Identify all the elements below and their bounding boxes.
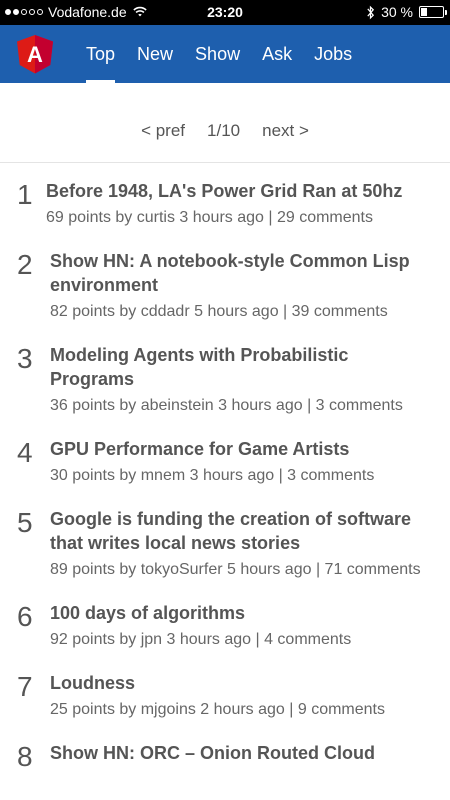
story-title-link[interactable]: 100 days of algorithms: [50, 601, 436, 625]
story-rank: 3: [17, 343, 33, 374]
story-item: 4 GPU Performance for Game Artists 30 po…: [0, 417, 450, 487]
story-item: 1 Before 1948, LA's Power Grid Ran at 50…: [0, 163, 450, 229]
status-bar: Vodafone.de 23:20 30 %: [0, 0, 450, 25]
story-meta[interactable]: 69 points by curtis 3 hours ago | 29 com…: [46, 207, 436, 229]
battery-level: [421, 8, 427, 16]
story-rank: 7: [17, 671, 33, 702]
battery-icon: [419, 6, 447, 18]
battery-percent: 30 %: [381, 4, 413, 20]
pager: < pref 1/10 next >: [0, 83, 450, 163]
story-rank: 5: [17, 507, 33, 538]
story-item: 8 Show HN: ORC – Onion Routed Cloud: [0, 721, 450, 772]
nav-tabs: Top New Show Ask Jobs: [86, 25, 374, 83]
tab-new[interactable]: New: [137, 25, 173, 83]
story-meta[interactable]: 89 points by tokyoSurfer 5 hours ago | 7…: [50, 559, 436, 581]
tab-jobs[interactable]: Jobs: [314, 25, 352, 83]
story-item: 5 Google is funding the creation of soft…: [0, 487, 450, 581]
story-rank: 8: [17, 741, 33, 772]
story-list: 1 Before 1948, LA's Power Grid Ran at 50…: [0, 163, 450, 772]
story-title-link[interactable]: Before 1948, LA's Power Grid Ran at 50hz: [46, 179, 436, 203]
tab-show[interactable]: Show: [195, 25, 240, 83]
story-item: 3 Modeling Agents with Probabilistic Pro…: [0, 323, 450, 417]
story-item: 6 100 days of algorithms 92 points by jp…: [0, 581, 450, 651]
story-title-link[interactable]: GPU Performance for Game Artists: [50, 437, 436, 461]
story-title-link[interactable]: Loudness: [50, 671, 436, 695]
page-indicator: 1/10: [207, 121, 241, 140]
story-rank: 4: [17, 437, 33, 468]
bluetooth-icon: [367, 5, 375, 19]
story-item: 2 Show HN: A notebook-style Common Lisp …: [0, 229, 450, 323]
status-right: 30 %: [366, 4, 447, 20]
story-meta[interactable]: 92 points by jpn 3 hours ago | 4 comment…: [50, 629, 436, 651]
story-meta[interactable]: 82 points by cddadr 5 hours ago | 39 com…: [50, 301, 436, 323]
story-meta[interactable]: 30 points by mnem 3 hours ago | 3 commen…: [50, 465, 436, 487]
story-title-link[interactable]: Modeling Agents with Probabilistic Progr…: [50, 343, 436, 391]
story-rank: 2: [17, 249, 33, 280]
story-meta[interactable]: 25 points by mjgoins 2 hours ago | 9 com…: [50, 699, 436, 721]
prev-page-link[interactable]: < pref: [141, 121, 185, 141]
story-meta[interactable]: 36 points by abeinstein 3 hours ago | 3 …: [50, 395, 436, 417]
top-nav: A Top New Show Ask Jobs: [0, 25, 450, 83]
pager-controls: < pref 1/10 next >: [0, 121, 450, 141]
next-page-link[interactable]: next >: [262, 121, 309, 141]
angular-logo-icon[interactable]: A: [16, 34, 54, 74]
story-rank: 6: [17, 601, 33, 632]
story-item: 7 Loudness 25 points by mjgoins 2 hours …: [0, 651, 450, 721]
story-title-link[interactable]: Google is funding the creation of softwa…: [50, 507, 436, 555]
story-rank: 1: [17, 179, 33, 210]
story-title-link[interactable]: Show HN: A notebook-style Common Lisp en…: [50, 249, 436, 297]
tab-ask[interactable]: Ask: [262, 25, 292, 83]
tab-top[interactable]: Top: [86, 25, 116, 83]
story-title-link[interactable]: Show HN: ORC – Onion Routed Cloud: [50, 741, 436, 765]
logo-letter: A: [27, 42, 43, 67]
